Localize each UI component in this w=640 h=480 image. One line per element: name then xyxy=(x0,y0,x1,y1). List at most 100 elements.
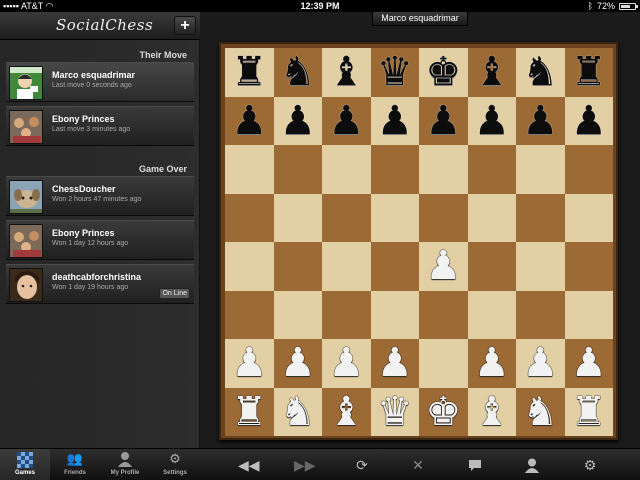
black-rook[interactable]: ♜ xyxy=(571,52,607,92)
square-d1[interactable]: ♛ xyxy=(370,387,419,436)
square-f5[interactable] xyxy=(467,193,516,242)
square-c1[interactable]: ♝ xyxy=(322,387,371,436)
black-pawn[interactable]: ♟ xyxy=(425,101,461,141)
square-g4[interactable] xyxy=(516,242,565,291)
square-f3[interactable] xyxy=(467,290,516,339)
square-a3[interactable] xyxy=(225,290,274,339)
game-item-deathcab[interactable]: deathcabforchristina Won 1 day 19 hours … xyxy=(6,264,194,304)
white-knight[interactable]: ♞ xyxy=(522,392,558,432)
square-b7[interactable]: ♟ xyxy=(273,96,322,145)
game-item-chessdoucher[interactable]: ChessDoucher Won 2 hours 47 minutes ago xyxy=(6,176,194,216)
square-b4[interactable] xyxy=(273,242,322,291)
square-g8[interactable]: ♞ xyxy=(516,48,565,97)
square-e3[interactable] xyxy=(419,290,468,339)
white-pawn[interactable]: ♟ xyxy=(231,343,267,383)
square-e4[interactable]: ♟ xyxy=(419,242,468,291)
square-b2[interactable]: ♟ xyxy=(273,339,322,388)
black-knight[interactable]: ♞ xyxy=(280,52,316,92)
black-queen[interactable]: ♛ xyxy=(377,52,413,92)
square-f6[interactable] xyxy=(467,145,516,194)
white-pawn[interactable]: ♟ xyxy=(522,343,558,383)
rewind-button[interactable]: ◀◀ xyxy=(238,455,260,475)
black-pawn[interactable]: ♟ xyxy=(522,101,558,141)
black-pawn[interactable]: ♟ xyxy=(571,101,607,141)
square-e7[interactable]: ♟ xyxy=(419,96,468,145)
square-g5[interactable] xyxy=(516,193,565,242)
black-rook[interactable]: ♜ xyxy=(231,52,267,92)
square-d8[interactable]: ♛ xyxy=(370,48,419,97)
square-h2[interactable]: ♟ xyxy=(564,339,613,388)
white-pawn[interactable]: ♟ xyxy=(474,343,510,383)
square-a8[interactable]: ♜ xyxy=(225,48,274,97)
square-b6[interactable] xyxy=(273,145,322,194)
black-pawn[interactable]: ♟ xyxy=(377,101,413,141)
black-pawn[interactable]: ♟ xyxy=(474,101,510,141)
square-g6[interactable] xyxy=(516,145,565,194)
white-pawn[interactable]: ♟ xyxy=(377,343,413,383)
square-e5[interactable] xyxy=(419,193,468,242)
square-c8[interactable]: ♝ xyxy=(322,48,371,97)
black-pawn[interactable]: ♟ xyxy=(280,101,316,141)
square-h3[interactable] xyxy=(564,290,613,339)
square-a5[interactable] xyxy=(225,193,274,242)
square-f7[interactable]: ♟ xyxy=(467,96,516,145)
square-h1[interactable]: ♜ xyxy=(564,387,613,436)
tab-settings[interactable]: ⚙ Settings xyxy=(150,449,200,480)
tab-friends[interactable]: 👥 Friends xyxy=(50,449,100,480)
square-a7[interactable]: ♟ xyxy=(225,96,274,145)
square-g1[interactable]: ♞ xyxy=(516,387,565,436)
game-item-ebony-1[interactable]: Ebony Princes Last move 3 minutes ago xyxy=(6,106,194,146)
square-g7[interactable]: ♟ xyxy=(516,96,565,145)
square-d6[interactable] xyxy=(370,145,419,194)
square-f2[interactable]: ♟ xyxy=(467,339,516,388)
white-rook[interactable]: ♜ xyxy=(231,392,267,432)
fast-forward-button[interactable]: ▶▶ xyxy=(294,455,316,475)
square-h8[interactable]: ♜ xyxy=(564,48,613,97)
square-a6[interactable] xyxy=(225,145,274,194)
square-a1[interactable]: ♜ xyxy=(225,387,274,436)
square-a2[interactable]: ♟ xyxy=(225,339,274,388)
black-knight[interactable]: ♞ xyxy=(522,52,558,92)
game-item-ebony-2[interactable]: Ebony Princes Won 1 day 12 hours ago xyxy=(6,220,194,260)
square-h5[interactable] xyxy=(564,193,613,242)
square-b1[interactable]: ♞ xyxy=(273,387,322,436)
black-king[interactable]: ♚ xyxy=(425,52,461,92)
square-b8[interactable]: ♞ xyxy=(273,48,322,97)
white-pawn[interactable]: ♟ xyxy=(328,343,364,383)
white-pawn[interactable]: ♟ xyxy=(425,246,461,286)
square-d5[interactable] xyxy=(370,193,419,242)
white-bishop[interactable]: ♝ xyxy=(474,392,510,432)
tab-my-profile[interactable]: My Profile xyxy=(100,449,150,480)
square-h7[interactable]: ♟ xyxy=(564,96,613,145)
black-pawn[interactable]: ♟ xyxy=(231,101,267,141)
square-c7[interactable]: ♟ xyxy=(322,96,371,145)
options-button[interactable]: ⚙ xyxy=(580,455,600,475)
square-e2[interactable] xyxy=(419,339,468,388)
refresh-button[interactable]: ⟳ xyxy=(352,455,372,475)
white-pawn[interactable]: ♟ xyxy=(280,343,316,383)
black-bishop[interactable]: ♝ xyxy=(474,52,510,92)
square-g2[interactable]: ♟ xyxy=(516,339,565,388)
white-pawn[interactable]: ♟ xyxy=(571,343,607,383)
square-h4[interactable] xyxy=(564,242,613,291)
square-e1[interactable]: ♚ xyxy=(419,387,468,436)
square-e6[interactable] xyxy=(419,145,468,194)
square-c4[interactable] xyxy=(322,242,371,291)
white-bishop[interactable]: ♝ xyxy=(328,392,364,432)
square-c6[interactable] xyxy=(322,145,371,194)
square-b3[interactable] xyxy=(273,290,322,339)
white-knight[interactable]: ♞ xyxy=(280,392,316,432)
square-f8[interactable]: ♝ xyxy=(467,48,516,97)
chat-button[interactable] xyxy=(465,455,485,475)
square-h6[interactable] xyxy=(564,145,613,194)
tab-games[interactable]: Games xyxy=(0,449,50,480)
square-c3[interactable] xyxy=(322,290,371,339)
square-f1[interactable]: ♝ xyxy=(467,387,516,436)
square-d4[interactable] xyxy=(370,242,419,291)
square-d3[interactable] xyxy=(370,290,419,339)
square-g3[interactable] xyxy=(516,290,565,339)
white-rook[interactable]: ♜ xyxy=(571,392,607,432)
white-queen[interactable]: ♛ xyxy=(377,392,413,432)
square-c5[interactable] xyxy=(322,193,371,242)
square-e8[interactable]: ♚ xyxy=(419,48,468,97)
